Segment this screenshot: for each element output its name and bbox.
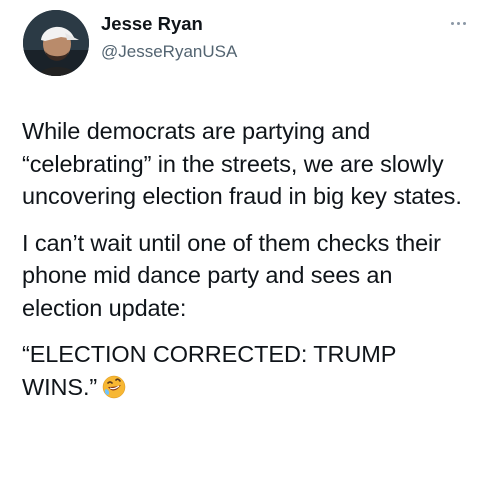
more-options-button[interactable]	[445, 14, 471, 32]
tweet-quote: “ELECTION CORRECTED: TRUMP WINS.”	[22, 341, 396, 400]
avatar[interactable]	[23, 10, 89, 76]
tweet-paragraph: “ELECTION CORRECTED: TRUMP WINS.”	[22, 338, 477, 403]
user-handle[interactable]: @JesseRyanUSA	[101, 41, 237, 63]
more-dot-icon	[450, 21, 454, 25]
tweet-card: Jesse Ryan @JesseRyanUSA While democrats…	[0, 0, 495, 500]
tweet-paragraph: I can’t wait until one of them checks th…	[22, 229, 441, 321]
tweet-text: While democrats are partying and “celebr…	[22, 115, 477, 403]
more-dot-icon	[462, 21, 466, 25]
display-name[interactable]: Jesse Ryan	[101, 13, 203, 35]
avatar-image	[23, 10, 89, 76]
more-dot-icon	[456, 21, 460, 25]
tweet-paragraph: While democrats are partying and “celebr…	[22, 118, 462, 209]
rolling-on-the-floor-laughing-emoji-icon	[102, 375, 126, 398]
